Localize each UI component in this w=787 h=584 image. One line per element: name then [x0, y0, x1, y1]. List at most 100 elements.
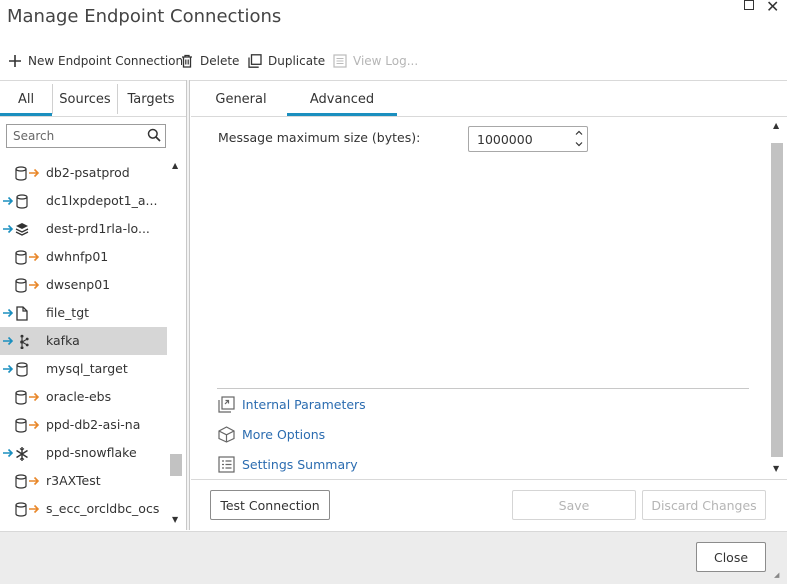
new-endpoint-connection-button[interactable]: New Endpoint Connection — [8, 51, 183, 71]
window-title: Manage Endpoint Connections — [7, 6, 282, 27]
list-item-label: ppd-db2-asi-na — [46, 417, 141, 432]
tab-advanced-label: Advanced — [309, 91, 375, 107]
max-size-value[interactable]: 1000000 — [477, 132, 533, 147]
view-log-button[interactable]: View Log... — [333, 51, 418, 71]
list-item-label: r3AXTest — [46, 473, 101, 488]
save-button[interactable]: Save — [512, 490, 636, 520]
source-endpoint-icon — [3, 417, 41, 433]
list-item[interactable]: ppd-db2-asi-na — [0, 411, 167, 439]
stepper-up-icon[interactable] — [575, 129, 583, 140]
source-endpoint-icon — [3, 501, 41, 517]
more-options-label: More Options — [242, 426, 326, 442]
target-endpoint-icon — [3, 333, 41, 350]
view-log-label: View Log... — [353, 54, 419, 68]
tab-all[interactable]: All — [0, 82, 52, 116]
toolbar-divider — [0, 80, 787, 81]
list-item[interactable]: dc1lxpdepot1_a... — [0, 187, 167, 215]
source-endpoint-icon — [3, 165, 41, 181]
target-endpoint-icon — [3, 445, 41, 461]
list-item[interactable]: oracle-ebs — [0, 383, 167, 411]
tab-advanced[interactable]: Advanced — [287, 82, 397, 116]
delete-button[interactable]: Delete — [180, 51, 239, 71]
right-tabs-divider — [191, 116, 787, 117]
list-item[interactable]: dwsenp01 — [0, 271, 167, 299]
scrollbar-thumb[interactable] — [771, 143, 783, 457]
list-item[interactable]: ppd-snowflake — [0, 439, 167, 467]
close-icon[interactable]: ✕ — [766, 0, 779, 16]
duplicate-icon — [248, 54, 262, 68]
settings-scrollbar[interactable]: ▲ ▼ — [769, 117, 785, 477]
list-item-label: dc1lxpdepot1_a... — [46, 193, 158, 208]
list-item[interactable]: file_tgt — [0, 299, 167, 327]
target-endpoint-icon — [3, 221, 41, 237]
list-item-label: dwhnfp01 — [46, 249, 109, 264]
list-item-label: dwsenp01 — [46, 277, 111, 292]
source-endpoint-icon — [3, 249, 41, 265]
settings-summary-label: Settings Summary — [242, 456, 358, 472]
target-endpoint-icon — [3, 361, 41, 377]
stepper-down-icon[interactable] — [575, 140, 583, 151]
test-connection-button[interactable]: Test Connection — [210, 490, 330, 520]
scrollbar-thumb[interactable] — [170, 454, 182, 476]
list-item-label: ppd-snowflake — [46, 445, 137, 460]
max-size-label: Message maximum size (bytes): — [218, 130, 421, 145]
close-button[interactable]: Close — [696, 542, 766, 572]
maximize-icon[interactable] — [744, 0, 754, 10]
plus-icon — [8, 54, 22, 68]
search-icon[interactable] — [147, 128, 161, 145]
tab-general-label: General — [215, 91, 267, 107]
list-item[interactable]: db2-psatprod — [0, 159, 167, 187]
discard-changes-button[interactable]: Discard Changes — [642, 490, 766, 520]
list-item[interactable]: mysql_target — [0, 355, 167, 383]
source-endpoint-icon — [3, 277, 41, 293]
new-endpoint-connection-label: New Endpoint Connection — [28, 54, 184, 68]
max-size-stepper[interactable]: 1000000 — [468, 126, 588, 152]
scroll-up-icon[interactable]: ▲ — [172, 161, 178, 170]
more-options-link[interactable]: More Options — [217, 424, 325, 444]
scroll-up-icon[interactable]: ▲ — [773, 121, 779, 130]
duplicate-button[interactable]: Duplicate — [248, 51, 325, 71]
list-item[interactable]: dest-prd1rla-lo... — [0, 215, 167, 243]
internal-parameters-icon — [217, 395, 235, 413]
left-tab-bar: All Sources Targets — [0, 82, 186, 116]
tab-targets-label: Targets — [127, 91, 175, 107]
list-item[interactable]: dwhnfp01 — [0, 243, 167, 271]
list-item-label: mysql_target — [46, 361, 128, 376]
section-divider — [217, 388, 749, 389]
list-item-label: db2-psatprod — [46, 165, 130, 180]
resize-grip-icon[interactable]: ◢ — [774, 571, 784, 581]
scroll-down-icon[interactable]: ▼ — [773, 464, 779, 473]
internal-parameters-label: Internal Parameters — [242, 396, 366, 412]
scroll-down-icon[interactable]: ▼ — [172, 515, 178, 524]
tab-sources[interactable]: Sources — [53, 82, 117, 116]
delete-label: Delete — [200, 54, 240, 68]
tab-general[interactable]: General — [205, 82, 277, 116]
stepper-arrows[interactable] — [575, 129, 583, 149]
log-icon — [333, 54, 347, 68]
list-item[interactable]: kafka — [0, 327, 167, 355]
internal-parameters-link[interactable]: Internal Parameters — [217, 394, 366, 414]
tab-targets[interactable]: Targets — [118, 82, 184, 116]
dialog-footer: Close ◢ — [0, 531, 787, 584]
action-bar-divider — [191, 479, 787, 480]
list-item-label: kafka — [46, 333, 80, 348]
tab-all-label: All — [17, 91, 35, 107]
endpoint-list: db2-psatprod dc1lxpdepot1_a... dest-prd1rl… — [0, 159, 167, 529]
summary-list-icon — [217, 455, 235, 473]
search-input[interactable] — [7, 125, 137, 147]
left-tabs-divider — [0, 116, 186, 117]
search-box — [6, 124, 166, 148]
list-item-label: file_tgt — [46, 305, 90, 320]
duplicate-label: Duplicate — [268, 54, 326, 68]
settings-summary-link[interactable]: Settings Summary — [217, 454, 358, 474]
target-endpoint-icon — [3, 305, 41, 321]
list-item-label: s_ecc_orcldbc_ocs — [46, 501, 160, 516]
list-item-label: oracle-ebs — [46, 389, 112, 404]
tab-sources-label: Sources — [59, 91, 111, 107]
list-item[interactable]: s_ecc_orcldbc_ocs — [0, 495, 167, 523]
box-icon — [217, 425, 235, 443]
panel-splitter[interactable] — [186, 80, 190, 530]
endpoint-list-scrollbar[interactable]: ▲ ▼ — [168, 159, 184, 529]
toolbar: New Endpoint Connection Delete Duplicate… — [0, 51, 787, 71]
list-item[interactable]: r3AXTest — [0, 467, 167, 495]
